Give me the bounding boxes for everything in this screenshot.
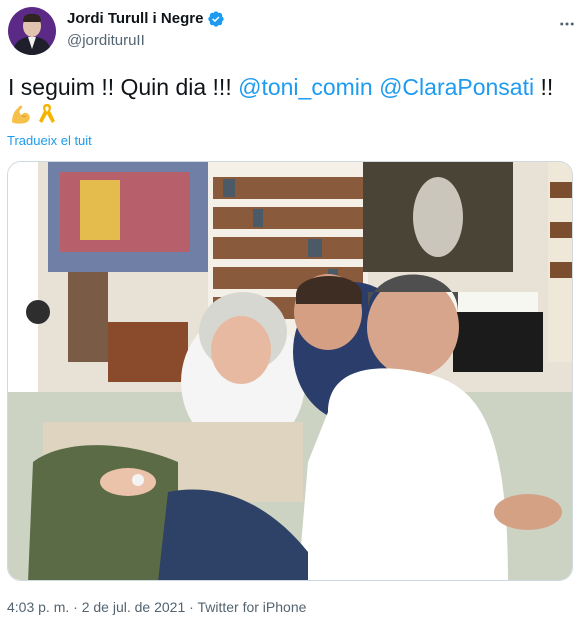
mention-clara-ponsati[interactable]: @ClaraPonsati (379, 74, 534, 100)
tweet-text: I seguim !! Quin dia !!! @toni_comin @Cl… (8, 72, 576, 102)
author-info: Jordi Turull i Negre (67, 9, 225, 29)
tweet-meta: 4:03 p. m. · 2 de jul. de 2021 · Twitter… (7, 598, 306, 616)
yellow-ribbon-emoji (35, 102, 59, 126)
verified-badge-icon (207, 10, 225, 28)
flexed-biceps-emoji (9, 102, 33, 126)
author-handle[interactable]: @jordituruII (67, 31, 145, 51)
tweet-date[interactable]: 2 de jul. de 2021 (82, 599, 186, 615)
emoji-row (9, 100, 59, 128)
translate-tweet-link[interactable]: Tradueix el tuit (7, 133, 92, 149)
tweet: Jordi Turull i Negre @jordituruII I segu… (0, 0, 584, 619)
tweet-source[interactable]: Twitter for iPhone (197, 599, 306, 615)
profile-avatar[interactable] (8, 7, 56, 55)
meta-separator-1: · (69, 599, 82, 615)
tweet-text-start: I seguim !! Quin dia !!! (8, 74, 239, 100)
mention-toni-comin[interactable]: @toni_comin (238, 74, 373, 100)
tweet-time[interactable]: 4:03 p. m. (7, 599, 69, 615)
meta-separator-2: · (185, 599, 198, 615)
tweet-photo[interactable] (7, 161, 573, 581)
tweet-text-end: !! (534, 74, 554, 100)
more-options-icon[interactable] (555, 12, 579, 36)
author-name[interactable]: Jordi Turull i Negre (67, 9, 203, 29)
